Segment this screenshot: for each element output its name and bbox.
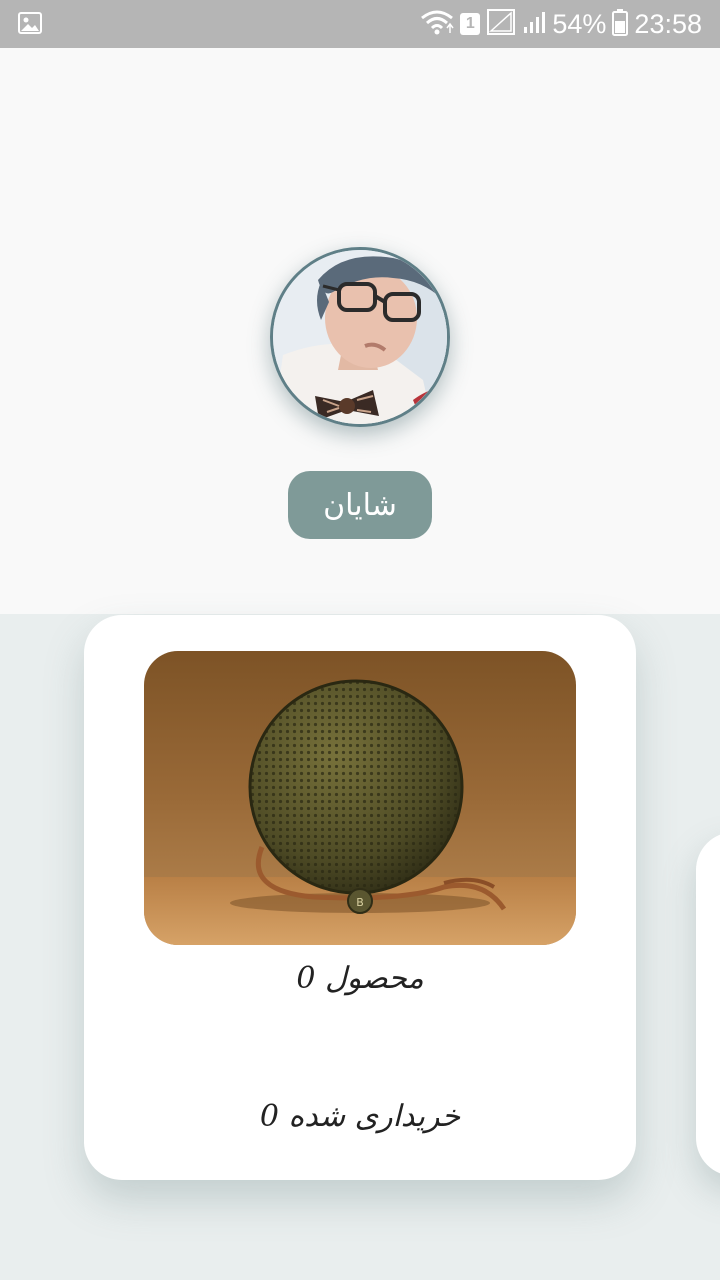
avatar[interactable] xyxy=(270,247,450,427)
profile-header: شایان xyxy=(0,48,720,614)
card-image: B xyxy=(144,651,576,945)
purchased-count: خریداری شده 0 xyxy=(259,1099,461,1134)
screen: 1 54% 23:58 شایان B محصول 0 خریداری شده … xyxy=(0,0,720,1280)
sim-badge: 1 xyxy=(460,13,481,35)
next-card-peek[interactable] xyxy=(696,832,720,1176)
signal-outline-icon xyxy=(486,8,516,40)
stats-card[interactable]: B محصول 0 خریداری شده 0 xyxy=(84,615,636,1180)
wifi-icon xyxy=(420,9,454,39)
signal-icon xyxy=(522,9,546,39)
clock: 23:58 xyxy=(634,8,702,39)
battery-percent: 54% xyxy=(552,8,607,39)
battery-icon xyxy=(612,8,629,40)
bluetooth-speaker-photo: B xyxy=(144,651,576,945)
products-count: محصول 0 xyxy=(296,961,424,996)
svg-text:B: B xyxy=(356,896,364,909)
status-bar: 1 54% 23:58 xyxy=(0,0,720,48)
gallery-icon xyxy=(18,12,42,34)
status-indicators: 1 54% 23:58 xyxy=(420,0,702,48)
profile-name-chip[interactable]: شایان xyxy=(288,471,432,539)
profile-name: شایان xyxy=(323,487,397,523)
user-photo xyxy=(273,250,447,424)
